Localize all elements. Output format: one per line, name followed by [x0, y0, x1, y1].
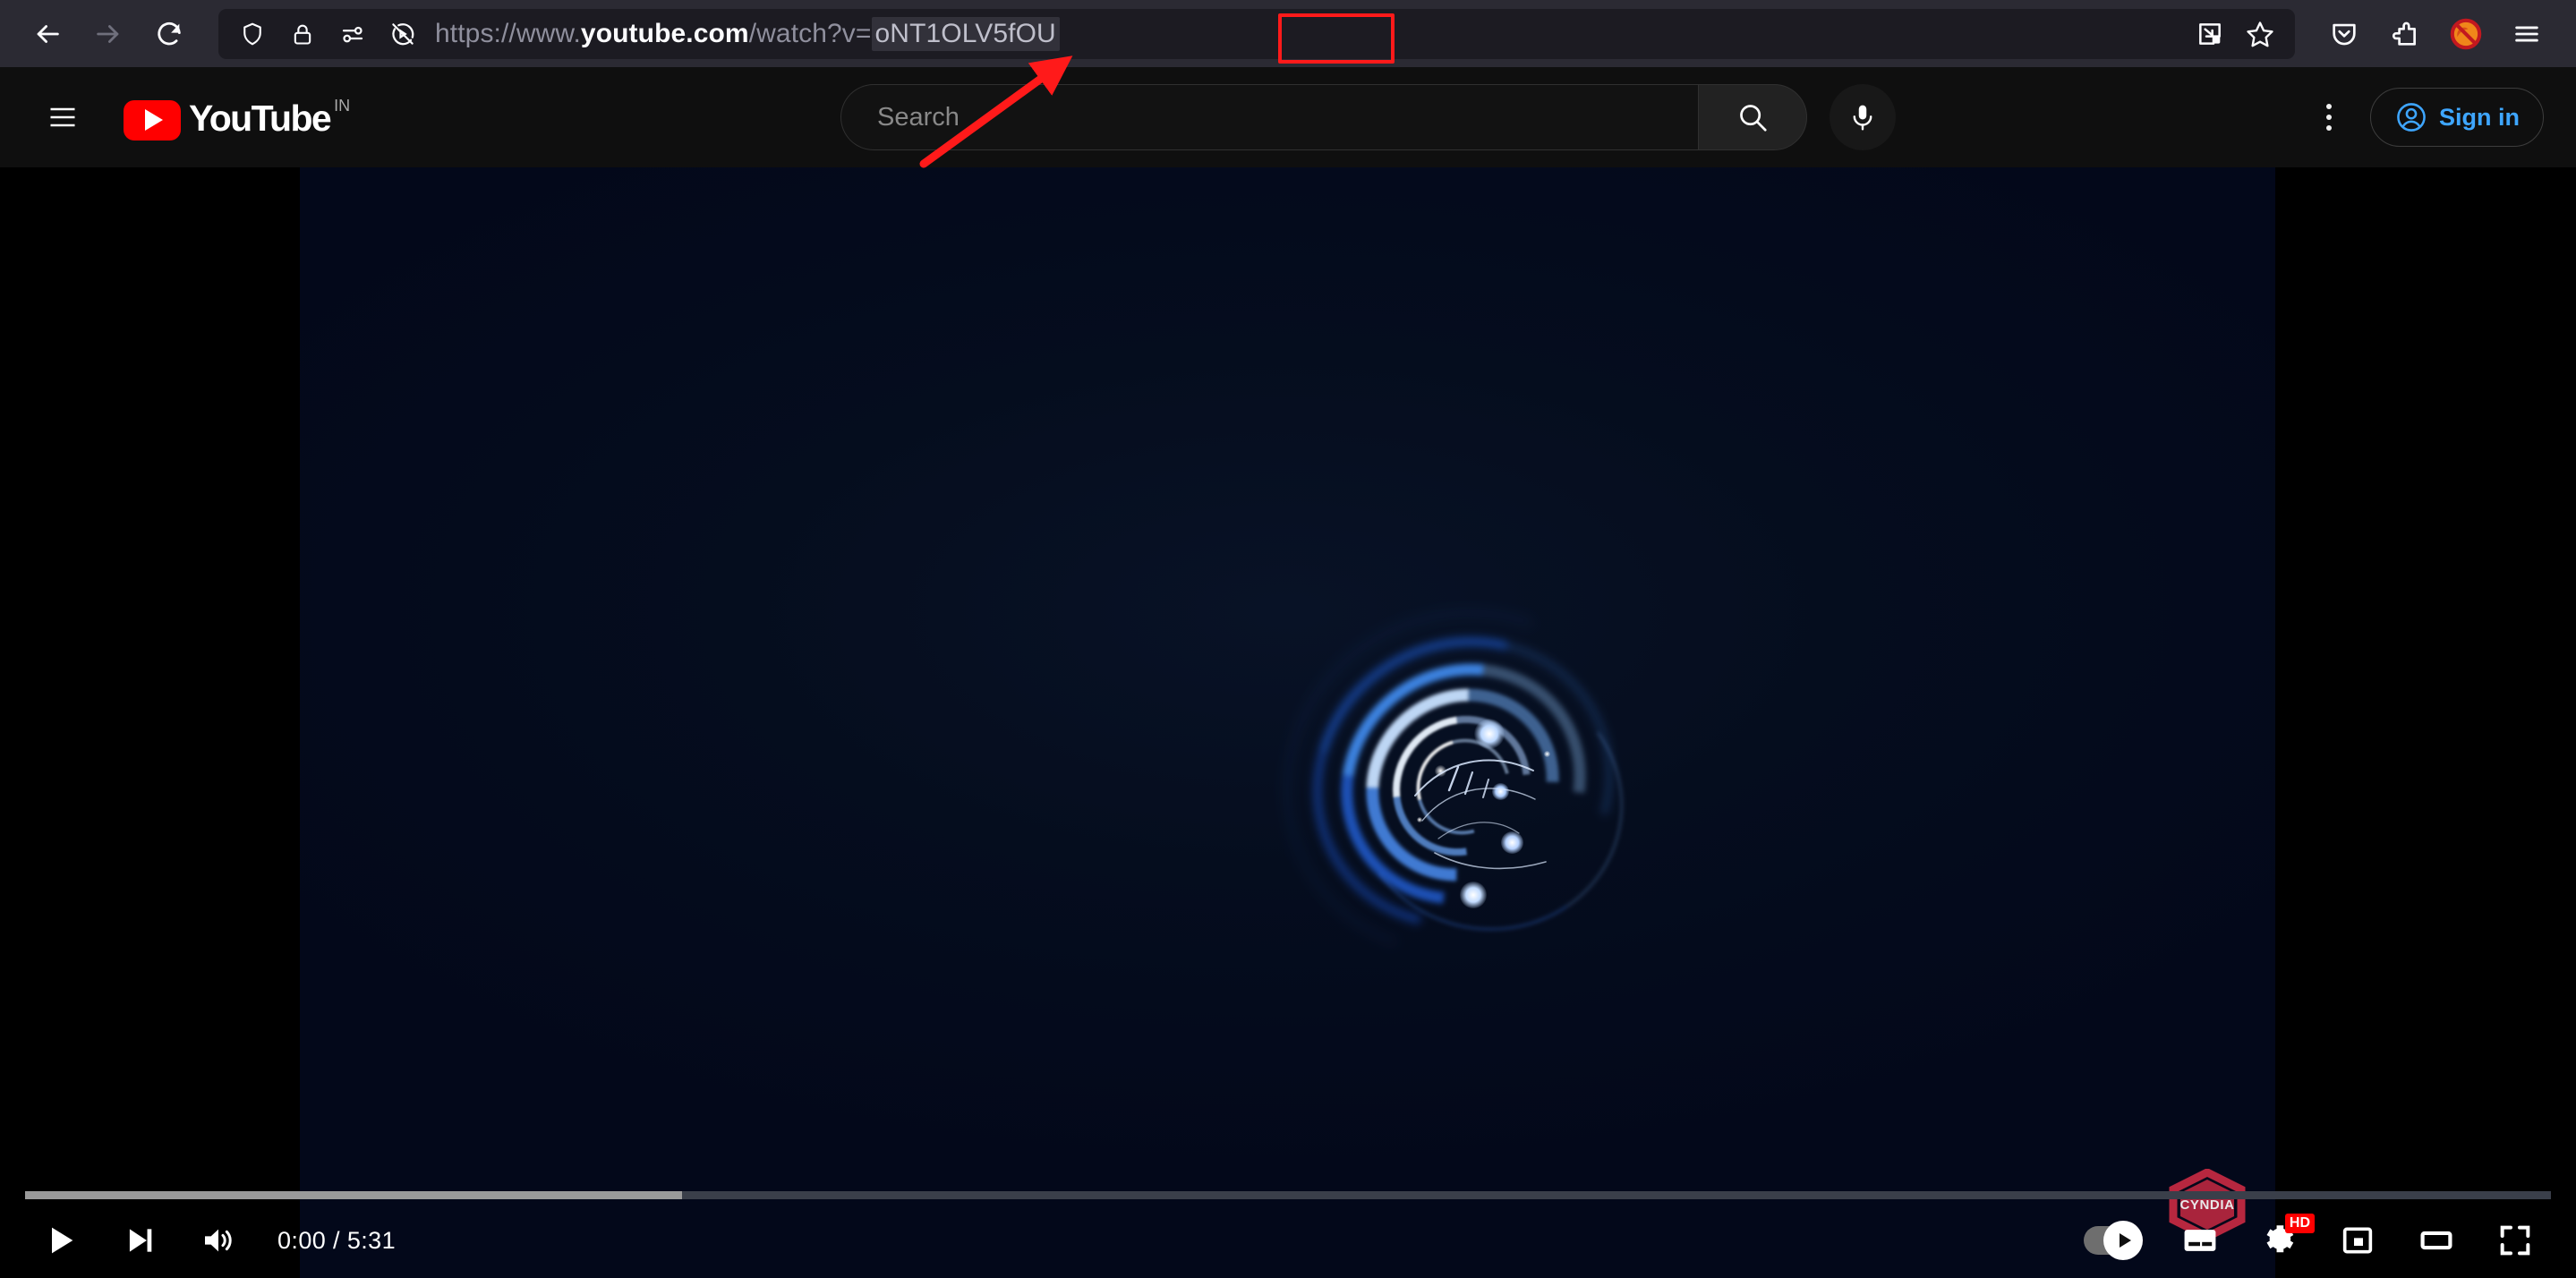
search-submit-button[interactable] [1698, 84, 1808, 150]
filament-streaks [1414, 759, 1547, 870]
hd-badge: HD [2284, 1214, 2315, 1233]
shield-icon[interactable] [233, 14, 272, 54]
lock-icon[interactable] [283, 14, 322, 54]
settings-button[interactable]: HD [2239, 1203, 2318, 1278]
autoplay-toggle-knob [2103, 1221, 2143, 1260]
search-input[interactable] [840, 84, 1699, 150]
sign-in-button[interactable]: Sign in [2370, 88, 2544, 147]
kebab-dot [2326, 125, 2332, 131]
back-arrow-icon [37, 24, 59, 43]
subtitles-icon [2184, 1230, 2216, 1251]
forward-button[interactable] [81, 6, 136, 62]
hamburger-icon [50, 107, 75, 127]
url-video-id: oNT1OLV5fOU [871, 16, 1060, 51]
progress-loaded [25, 1191, 682, 1199]
autoplay-toggle[interactable] [2062, 1203, 2161, 1278]
time-display: 0:00 / 5:31 [277, 1226, 397, 1254]
browser-toolbar: https://www. youtube.com/watch?v= oNT1OLV5… [0, 0, 2576, 67]
player-controls-left: 0:00 / 5:31 [0, 1203, 396, 1278]
video-surface[interactable]: CYNDIA [300, 167, 2275, 1278]
reload-button[interactable] [141, 6, 197, 62]
video-player[interactable]: CYNDIA 0:00 / 5:31 HD [0, 167, 2576, 1278]
bookmark-star-icon[interactable] [2238, 12, 2282, 56]
letterbox-right [2275, 167, 2576, 1278]
fullscreen-button[interactable] [2476, 1203, 2555, 1278]
firefox-blocker-icon[interactable] [2440, 8, 2492, 60]
browser-toolbar-right [2318, 8, 2576, 60]
guide-menu-button[interactable] [27, 81, 98, 153]
miniplayer-button[interactable] [2318, 1203, 2397, 1278]
miniplayer-icon [2342, 1227, 2373, 1254]
subtitles-button[interactable] [2161, 1203, 2239, 1278]
youtube-masthead: YouTube IN Search Sign in [0, 67, 2576, 167]
picture-in-picture-icon[interactable] [2188, 12, 2232, 56]
volume-button[interactable] [179, 1203, 258, 1278]
account-avatar-icon [2397, 103, 2426, 132]
url-scheme: https://www. [435, 18, 581, 48]
player-controls: 0:00 / 5:31 HD [0, 1203, 2576, 1278]
player-controls-right: HD [2062, 1203, 2576, 1278]
forward-arrow-icon [97, 24, 119, 43]
letterbox-left [0, 167, 300, 1278]
autoplay-toggle-track [2084, 1221, 2143, 1260]
progress-bar[interactable] [25, 1191, 2551, 1199]
url-text[interactable]: https://www. youtube.com/watch?v= oNT1OLV5… [422, 16, 2188, 51]
reload-icon [158, 21, 181, 45]
voice-search-button[interactable] [1830, 84, 1897, 150]
blocked-autoplay-icon[interactable] [383, 14, 422, 54]
address-bar-icons [218, 14, 422, 54]
search-area [439, 84, 2297, 150]
youtube-play-icon [124, 99, 181, 141]
youtube-wordmark: YouTube [189, 97, 332, 139]
app-menu-icon[interactable] [2501, 8, 2553, 60]
masthead-right: Sign in [2297, 85, 2576, 149]
navigation-buttons [0, 6, 197, 62]
search-icon [1740, 105, 1767, 132]
address-bar-actions [2188, 12, 2295, 56]
volume-icon [205, 1229, 232, 1252]
country-code-label: IN [334, 96, 351, 115]
play-icon [52, 1227, 73, 1254]
url-path: /watch?v= [748, 18, 872, 48]
play-button[interactable] [21, 1203, 100, 1278]
video-frame-artwork [1231, 555, 1714, 1011]
kebab-dot [2326, 104, 2332, 109]
sign-in-label: Sign in [2439, 103, 2520, 131]
theater-mode-icon [2420, 1231, 2452, 1250]
microphone-icon [1853, 105, 1872, 131]
url-domain: youtube.com [580, 18, 749, 48]
fullscreen-icon [2500, 1225, 2530, 1256]
theater-mode-button[interactable] [2397, 1203, 2476, 1278]
search-form [840, 84, 1808, 150]
address-bar[interactable]: https://www. youtube.com/watch?v= oNT1OLV5… [218, 8, 2295, 64]
next-button[interactable] [100, 1203, 179, 1278]
more-options-button[interactable] [2297, 85, 2361, 149]
back-button[interactable] [20, 6, 75, 62]
permissions-icon[interactable] [333, 14, 372, 54]
kebab-dot [2326, 115, 2332, 120]
youtube-logo[interactable]: YouTube IN [124, 95, 350, 141]
pocket-icon[interactable] [2318, 8, 2370, 60]
next-track-icon [129, 1229, 152, 1252]
extensions-icon[interactable] [2379, 8, 2431, 60]
